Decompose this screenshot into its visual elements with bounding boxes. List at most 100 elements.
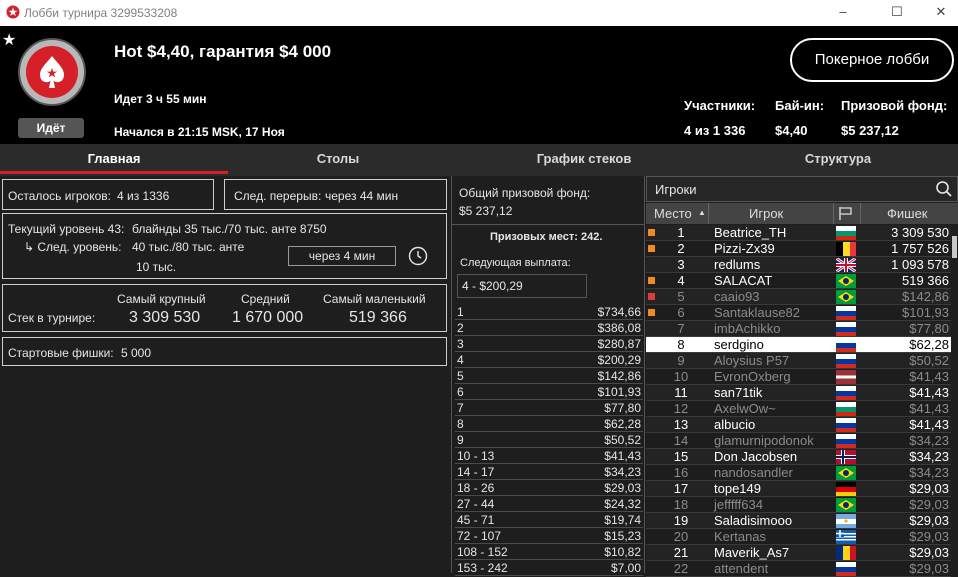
starting-chips-label: Стартовые фишки: [8,346,114,360]
player-rank: 5 [677,289,685,304]
search-icon[interactable] [935,180,953,198]
payout-row: 4 $200,29 [455,352,643,368]
tournament-name: Hot $4,40, гарантия $4 000 [114,42,332,61]
player-chips: $62,28 [909,337,949,352]
divider [452,224,644,225]
player-rank: 20 [673,529,689,544]
favorite-star-icon[interactable]: ★ [2,30,16,50]
player-name: Pizzi-Zx39 [714,241,775,256]
player-search-bar[interactable]: Игроки [646,176,958,202]
payout-row: 2 $386,08 [455,320,643,336]
tab-stack-chart[interactable]: График стеков [450,144,718,176]
prize-pool-total-value: $5 237,12 [459,204,513,218]
country-flag-icon [836,514,856,528]
flag-icon[interactable] [838,206,854,221]
player-name: albucio [714,417,756,432]
close-button[interactable]: ✕ [918,0,958,26]
country-flag-icon [836,354,856,368]
prize-pool-label: Призовой фонд: [841,98,948,113]
player-row[interactable]: 5 caaio93 $142,86 [646,289,951,305]
payout-row: 9 $50,52 [455,432,643,448]
payout-amount: $142,86 [597,369,641,383]
sort-asc-icon[interactable]: ▲ [698,208,706,217]
player-row[interactable]: 17 tope149 $29,03 [646,481,951,497]
status-marker [648,277,655,284]
player-row[interactable]: 16 nandosandler $34,23 [646,465,951,481]
payout-place: 72 - 107 [457,529,502,543]
player-row[interactable]: 1 Beatrice_TH 3 309 530 [646,225,951,241]
payout-place: 9 [457,433,464,447]
player-row[interactable]: 18 jefffff634 $29,03 [646,497,951,513]
payout-place: 5 [457,369,464,383]
player-row[interactable]: 2 Pizzi-Zx39 1 757 526 [646,241,951,257]
player-name: caaio93 [714,289,760,304]
player-chips: 1 757 526 [891,241,949,256]
payout-row: 3 $280,87 [455,336,643,352]
player-row[interactable]: 12 AxelwOw~ $41,43 [646,401,951,417]
tab-tables[interactable]: Столы [228,144,448,176]
col-chips[interactable]: Фишек [887,206,928,221]
payout-place: 27 - 44 [457,497,495,511]
next-break-box: След. перерыв: через 44 мин [224,179,447,210]
clock-icon[interactable] [408,246,428,266]
payout-amount: $41,43 [604,449,641,463]
poker-lobby-button[interactable]: Покерное лобби [790,38,954,82]
minimize-button[interactable]: – [820,0,866,26]
player-row[interactable]: 4 SALACAT 519 366 [646,273,951,289]
current-level-value: блайнды 35 тыс./70 тыс. анте 8750 [132,222,327,236]
player-chips: $41,43 [909,385,949,400]
payout-place: 14 - 17 [457,465,495,479]
payout-place: 18 - 26 [457,481,495,495]
col-player[interactable]: Игрок [749,206,783,221]
player-row[interactable]: 10 EvronOxberg $41,43 [646,369,951,385]
player-rank: 10 [673,369,689,384]
payout-row: 8 $62,28 [455,416,643,432]
player-row[interactable]: 8 serdgino $62,28 [646,337,951,353]
player-name: glamurnipodonok [714,433,814,448]
country-flag-icon [836,258,856,272]
player-row[interactable]: 21 Maverik_As7 $29,03 [646,545,951,561]
player-search-label: Игроки [655,182,697,197]
status-marker [648,293,655,300]
payout-place: 3 [457,337,464,351]
player-chips: $34,23 [909,449,949,464]
country-flag-icon [836,482,856,496]
player-chips: $29,03 [909,513,949,528]
country-flag-icon [836,418,856,432]
tab-structure[interactable]: Структура [718,144,958,176]
maximize-button[interactable]: ☐ [874,0,920,26]
player-rank: 4 [677,273,685,288]
payout-amount: $280,87 [597,337,641,351]
player-row[interactable]: 15 Don Jacobsen $34,23 [646,449,951,465]
player-row[interactable]: 6 Santaklause82 $101,93 [646,305,951,321]
player-rank: 16 [673,465,689,480]
payout-row: 45 - 71 $19,74 [455,512,643,528]
player-row[interactable]: 14 glamurnipodonok $34,23 [646,433,951,449]
player-row[interactable]: 3 redlums 1 093 578 [646,257,951,273]
player-name: Saladisimooo [714,513,793,528]
participants-label: Участники: [684,98,756,113]
status-marker [648,229,655,236]
largest-stack-value: 3 309 530 [129,309,201,326]
country-flag-icon [836,386,856,400]
payout-amount: $10,82 [604,545,641,559]
player-row[interactable]: 20 Kertanas $29,03 [646,529,951,545]
current-level-label: Текущий уровень 43: [8,222,125,236]
country-flag-icon [836,466,856,480]
player-row[interactable]: 22 attendent $29,03 [646,561,951,577]
player-row[interactable]: 11 san71tik $41,43 [646,385,951,401]
player-row[interactable]: 19 Saladisimooo $29,03 [646,513,951,529]
next-payout-label: Следующая выплата: [460,257,571,269]
payout-amount: $24,32 [604,497,641,511]
player-row[interactable]: 13 albucio $41,43 [646,417,951,433]
col-place[interactable]: Место [654,206,692,221]
player-row[interactable]: 7 imbAchikko $77,80 [646,321,951,337]
player-row[interactable]: 9 Aloysius P57 $50,52 [646,353,951,369]
player-name: san71tik [714,385,763,400]
player-rank: 17 [673,481,689,496]
payout-place: 7 [457,401,464,415]
player-name: attendent [714,561,769,576]
players-scrollbar[interactable] [952,236,957,258]
largest-stack-label: Самый крупный [117,292,206,306]
player-chips: $50,52 [909,353,949,368]
